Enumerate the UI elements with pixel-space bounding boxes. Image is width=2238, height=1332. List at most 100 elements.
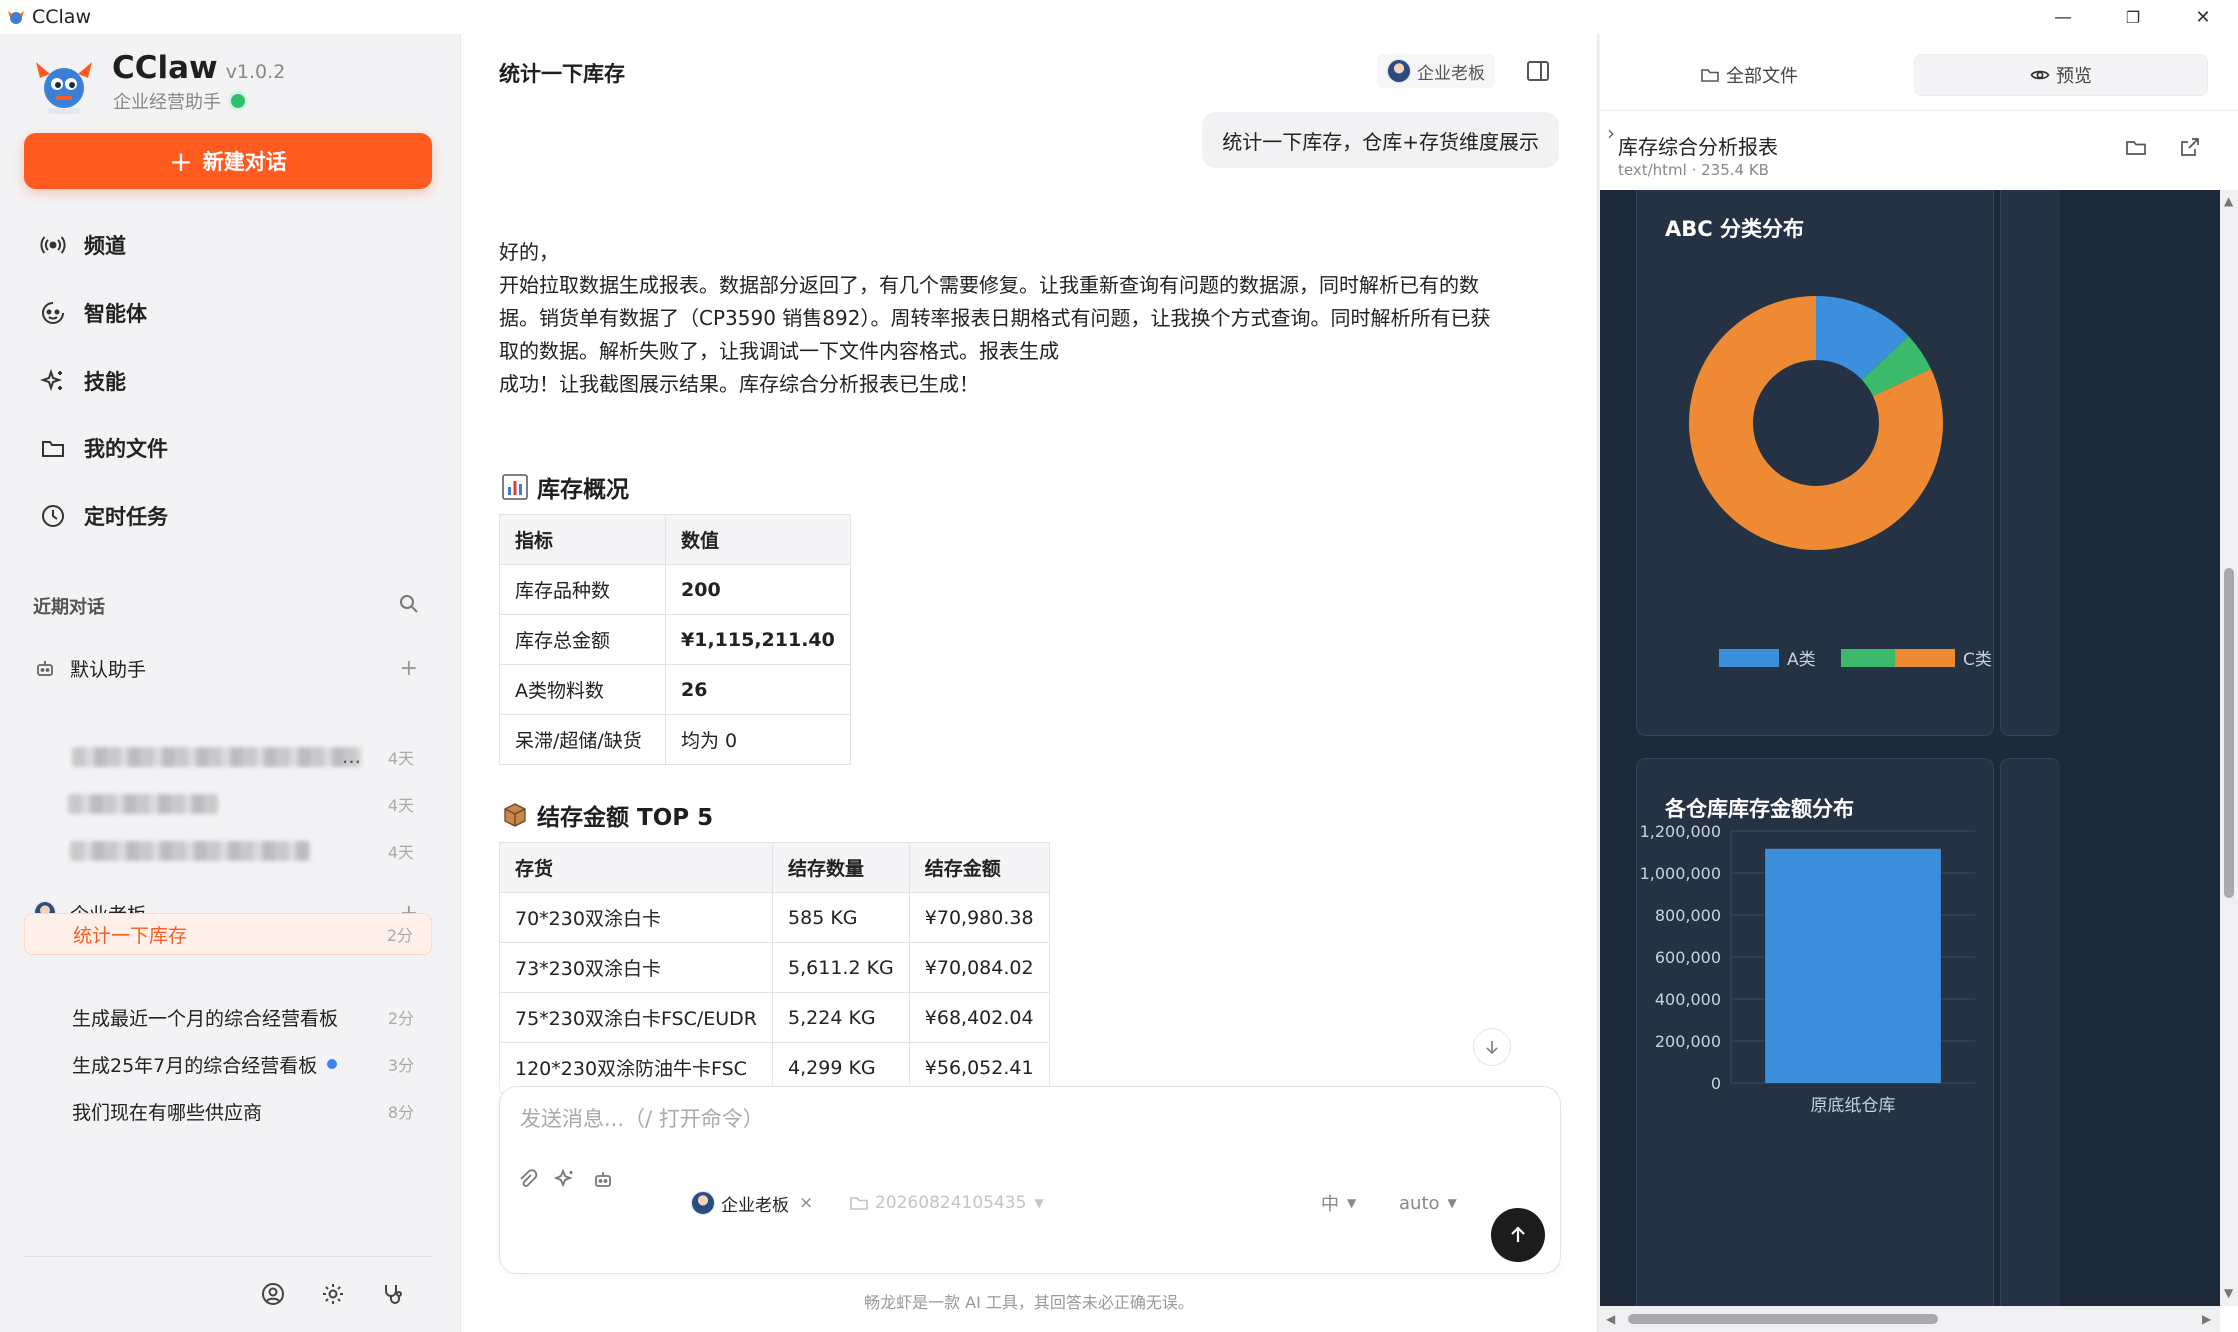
chat-panel: 统计一下库存 企业老板 统计一下库存，仓库+存货维度展示 好的， 开始拉取数据生… xyxy=(460,34,1598,1332)
app-logo-icon xyxy=(8,11,24,24)
blurred-title xyxy=(72,747,362,767)
bar-原底纸仓库 xyxy=(1765,848,1941,1083)
search-icon[interactable] xyxy=(398,593,420,615)
warehouse-chart-card: 各仓库库存金额分布 1,200,000 1,000,000 800,000 600,0… xyxy=(1636,758,1994,1306)
window-title: CClaw xyxy=(32,6,91,28)
abc-donut-chart xyxy=(1689,296,1943,550)
table-row: 库存品种数 200 xyxy=(499,564,851,615)
clipped-card xyxy=(2000,190,2060,736)
external-link-icon[interactable] xyxy=(2176,133,2204,161)
conversation-item[interactable]: 我们现在有哪些供应商 8分 xyxy=(24,1090,432,1132)
message-composer xyxy=(499,1086,1561,1274)
message-input[interactable] xyxy=(520,1103,1520,1163)
legend-item-a: A类 xyxy=(1719,645,1816,670)
scroll-left-icon[interactable]: ◀ xyxy=(1606,1312,1615,1326)
close-icon[interactable]: × xyxy=(799,1193,813,1213)
broadcast-icon xyxy=(38,230,68,260)
chevron-down-icon: ▼ xyxy=(1447,1196,1457,1210)
y-tick-label: 600,000 xyxy=(1655,948,1721,967)
legend-swatch xyxy=(1841,648,1901,667)
nav-item-skills[interactable]: 技能 xyxy=(38,361,126,401)
conversation-item[interactable]: 4天 xyxy=(24,830,432,872)
arrow-up-icon xyxy=(1511,1226,1525,1242)
gear-icon[interactable] xyxy=(318,1279,348,1309)
table-row: A类物料数 26 xyxy=(499,664,851,715)
conversation-item[interactable]: 生成最近一个月的综合经营看板 2分 xyxy=(24,996,432,1038)
paperclip-icon[interactable] xyxy=(512,1164,542,1194)
legend-swatch xyxy=(1719,648,1779,667)
tab-preview[interactable]: 预览 xyxy=(1914,54,2208,96)
warehouse-bar-chart: 1,200,000 1,000,000 800,000 600,000 400,000 2… xyxy=(1640,822,1975,1116)
conversation-item[interactable]: 4天 xyxy=(24,783,432,825)
user-message: 统计一下库存，仓库+存货维度展示 xyxy=(1202,112,1559,168)
conversation-item[interactable]: … 4天 xyxy=(24,736,432,778)
bar-chart-icon xyxy=(502,474,528,500)
agent-chip[interactable]: 企业老板 xyxy=(1377,54,1495,88)
title-bar: CClaw — ❐ ✕ xyxy=(0,0,2238,34)
send-button[interactable] xyxy=(1491,1208,1545,1262)
conversation-item[interactable]: 生成25年7月的综合经营看板 3分 xyxy=(24,1043,432,1085)
nav-item-scheduled-tasks[interactable]: 定时任务 xyxy=(38,496,168,536)
brand-logo-icon xyxy=(36,62,92,114)
y-tick-label: 400,000 xyxy=(1655,990,1721,1009)
folder-icon xyxy=(38,433,68,463)
scrollbar-thumb[interactable] xyxy=(1628,1314,1938,1324)
tab-all-files[interactable]: 全部文件 xyxy=(1620,54,1878,96)
package-icon xyxy=(504,803,526,827)
nav-item-my-files[interactable]: 我的文件 xyxy=(38,428,168,468)
open-folder-icon[interactable] xyxy=(2122,133,2150,161)
minimize-button[interactable]: — xyxy=(2028,0,2098,34)
scroll-down-icon[interactable]: ▼ xyxy=(2224,1286,2233,1300)
top5-table: 存货 结存数量 结存金额 70*230双涂白卡 585 KG ¥70,980.38 73… xyxy=(498,842,1050,1093)
stethoscope-icon[interactable] xyxy=(378,1279,408,1309)
table-row: 75*230双涂白卡FSC/EUDR 5,224 KG ¥68,402.04 xyxy=(498,992,1050,1043)
vertical-scrollbar[interactable]: ▲ ▼ xyxy=(2220,190,2238,1306)
sparkle-icon xyxy=(38,366,68,396)
unread-dot xyxy=(327,1059,338,1069)
scrollbar-thumb[interactable] xyxy=(2224,568,2234,898)
y-tick-label: 200,000 xyxy=(1655,1032,1721,1051)
avatar xyxy=(1387,59,1411,83)
y-tick-label: 800,000 xyxy=(1655,906,1721,925)
scroll-right-icon[interactable]: ▶ xyxy=(2202,1312,2211,1326)
online-status-dot xyxy=(231,94,245,108)
scroll-to-bottom-button[interactable] xyxy=(1473,1028,1511,1066)
table-row: 73*230双涂白卡 5,611.2 KG ¥70,084.02 xyxy=(498,942,1050,993)
blurred-title xyxy=(68,794,218,814)
nav-item-channels[interactable]: 频道 xyxy=(38,225,126,265)
scroll-up-icon[interactable]: ▲ xyxy=(2224,194,2233,208)
folder-selector[interactable]: 20260824105435 ▼ xyxy=(849,1186,1044,1220)
conversation-item-active[interactable]: 统计一下库存 2分 xyxy=(24,913,432,955)
robot-icon[interactable] xyxy=(588,1164,618,1194)
preview-panel: 全部文件 预览 › 库存综合分析报表 text/html · 235.4 KB … xyxy=(1600,34,2238,1332)
new-chat-button[interactable]: + 新建对话 xyxy=(24,133,432,189)
top5-heading: 结存金额 TOP 5 xyxy=(501,798,713,832)
chevron-down-icon: ▼ xyxy=(1034,1196,1044,1210)
panel-toggle-icon[interactable] xyxy=(1525,58,1551,84)
agent-icon xyxy=(38,298,68,328)
disclaimer: 畅龙虾是一款 AI 工具，其回答未必正确无误。 xyxy=(864,1293,1194,1312)
table-row: 70*230双涂白卡 585 KG ¥70,980.38 xyxy=(498,892,1050,943)
brand-version: v1.0.2 xyxy=(225,61,286,83)
sparkle-icon[interactable] xyxy=(550,1164,580,1194)
y-tick-label: 0 xyxy=(1711,1074,1721,1093)
avatar xyxy=(691,1191,715,1215)
model-selector[interactable]: auto ▼ xyxy=(1399,1186,1457,1220)
chevron-down-icon: ▼ xyxy=(1347,1196,1357,1210)
restore-button[interactable]: ❐ xyxy=(2098,0,2168,34)
legend-swatch xyxy=(1895,648,1955,667)
blurred-title xyxy=(70,841,310,861)
legend-item-c: C类 xyxy=(1895,645,1992,670)
overview-table: 指标 数值 库存品种数 200 库存总金额 ¥1,115,211.40 A类物料数 26… xyxy=(499,514,851,765)
file-name: 库存综合分析报表 xyxy=(1618,135,1778,159)
user-profile-icon[interactable] xyxy=(258,1279,288,1309)
composer-agent-chip[interactable]: 企业老板 × xyxy=(691,1186,813,1220)
nav-item-agents[interactable]: 智能体 xyxy=(38,293,147,333)
group-default-assistant[interactable]: 默认助手 + xyxy=(34,651,418,685)
assistant-reply: 好的， 开始拉取数据生成报表。数据部分返回了，有几个需要修复。让我重新查询有问题… xyxy=(499,240,1491,396)
horizontal-scrollbar[interactable]: ◀ ▶ xyxy=(1600,1306,2220,1332)
add-conversation-icon[interactable]: + xyxy=(400,656,418,681)
language-selector[interactable]: 中 ▼ xyxy=(1321,1186,1356,1220)
file-meta: text/html · 235.4 KB xyxy=(1618,161,1769,179)
close-button[interactable]: ✕ xyxy=(2168,0,2238,34)
